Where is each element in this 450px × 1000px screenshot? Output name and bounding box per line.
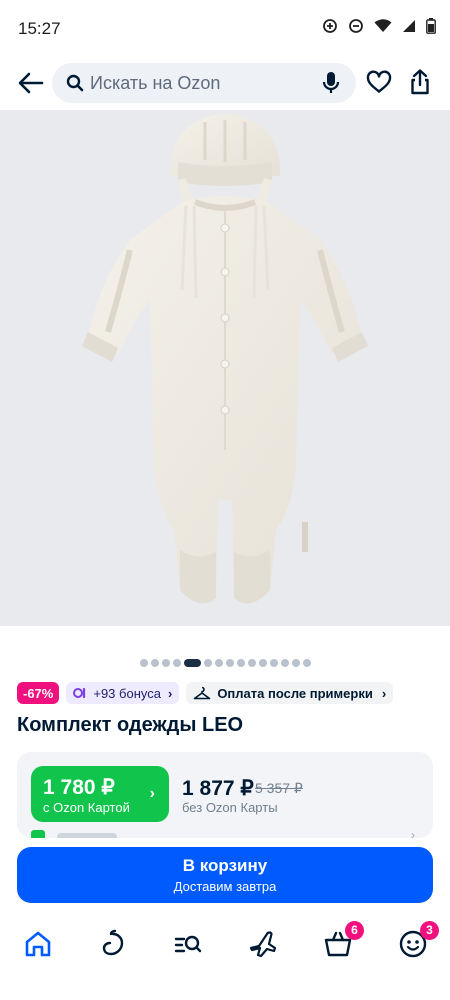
wifi-icon xyxy=(374,19,392,32)
product-image xyxy=(0,110,450,626)
share-button[interactable] xyxy=(408,68,432,101)
bonus-label: +93 бонуса xyxy=(93,685,161,701)
catalog-search-icon xyxy=(174,935,202,953)
chevron-right-icon: › xyxy=(149,785,155,802)
status-time: 15:27 xyxy=(18,19,61,38)
pagination-dot xyxy=(172,659,181,667)
ozon-card-price-button[interactable]: 1 780 ₽ с Ozon Картой › xyxy=(31,766,169,822)
favorite-button[interactable] xyxy=(366,70,392,99)
back-button[interactable] xyxy=(16,68,46,98)
product-title: Комплект одежды LEO xyxy=(17,714,244,736)
system-gesture-bar xyxy=(0,974,450,1000)
arrow-left-icon xyxy=(18,72,44,94)
nav-home[interactable] xyxy=(22,928,54,960)
nav-fresh[interactable] xyxy=(97,928,129,960)
bonus-icon xyxy=(73,687,86,699)
add-to-cart-label: В корзину xyxy=(182,856,268,875)
gallery-pagination xyxy=(0,657,450,669)
search-input[interactable]: Искать на Ozon xyxy=(52,63,356,103)
pagination-dot xyxy=(291,659,300,667)
pagination-dot xyxy=(225,659,234,667)
add-to-cart-button[interactable]: В корзину Доставим завтра xyxy=(17,847,433,903)
regular-price-label: без Ozon Карты xyxy=(182,800,278,815)
pagination-dot xyxy=(269,659,278,667)
fresh-icon xyxy=(102,929,124,956)
pagination-dot xyxy=(236,659,245,667)
nav-profile[interactable]: 3 xyxy=(397,921,439,960)
pagination-dot xyxy=(280,659,289,667)
chevron-right-icon: › xyxy=(411,828,415,838)
share-icon xyxy=(411,69,429,95)
discount-badge: -67% xyxy=(17,682,60,704)
fitting-badge[interactable]: Оплата после примерки › xyxy=(186,682,394,704)
pagination-dot xyxy=(150,659,159,667)
installment-row-peek xyxy=(57,833,117,838)
regular-price: 1 877 ₽ xyxy=(182,777,254,800)
fitting-label: Оплата после примерки xyxy=(217,685,373,701)
data-saver-icon xyxy=(323,19,337,33)
microphone-icon[interactable] xyxy=(322,71,340,95)
status-bar: 15:27 xyxy=(0,0,450,56)
home-icon xyxy=(25,931,51,957)
hanger-icon xyxy=(194,686,211,700)
battery-icon xyxy=(426,18,436,34)
bonus-badge[interactable]: +93 бонуса › xyxy=(66,682,180,704)
nav-travel[interactable] xyxy=(247,928,279,960)
top-app-bar: Искать на Ozon xyxy=(0,56,450,110)
pagination-dot xyxy=(258,659,267,667)
price-card: 1 780 ₽ с Ozon Картой › 1 877 ₽ 5 357 ₽ … xyxy=(17,752,433,838)
chevron-right-icon: › xyxy=(381,685,387,701)
pagination-dot xyxy=(203,659,212,667)
ozon-card-label: с Ozon Картой xyxy=(43,800,130,815)
nav-cart[interactable]: 6 xyxy=(322,921,364,960)
nav-catalog[interactable] xyxy=(172,928,204,960)
installment-icon xyxy=(31,830,45,838)
travel-icon xyxy=(249,931,277,958)
heart-icon xyxy=(366,70,392,93)
badges-row: -67% +93 бонуса › Оплата после примерки … xyxy=(17,681,394,705)
profile-notification-badge: 3 xyxy=(420,921,439,940)
cart-count-badge: 6 xyxy=(345,921,364,940)
product-image-gallery[interactable] xyxy=(0,110,450,626)
bottom-navigation: 6 3 xyxy=(0,914,450,974)
pagination-dot xyxy=(161,659,170,667)
delivery-subtitle: Доставим завтра xyxy=(173,879,277,894)
chevron-right-icon: › xyxy=(167,685,173,701)
search-icon xyxy=(66,74,84,92)
pagination-dot xyxy=(139,659,148,667)
signal-icon xyxy=(403,20,415,32)
pagination-dot xyxy=(247,659,256,667)
pagination-dot xyxy=(214,659,223,667)
pagination-dot xyxy=(302,659,311,667)
search-placeholder: Искать на Ozon xyxy=(90,73,221,93)
old-price: 5 357 ₽ xyxy=(255,780,303,796)
pagination-dot-active xyxy=(183,659,201,667)
status-icons xyxy=(322,18,436,34)
dnd-icon xyxy=(349,19,363,33)
ozon-card-price: 1 780 ₽ xyxy=(43,776,115,799)
